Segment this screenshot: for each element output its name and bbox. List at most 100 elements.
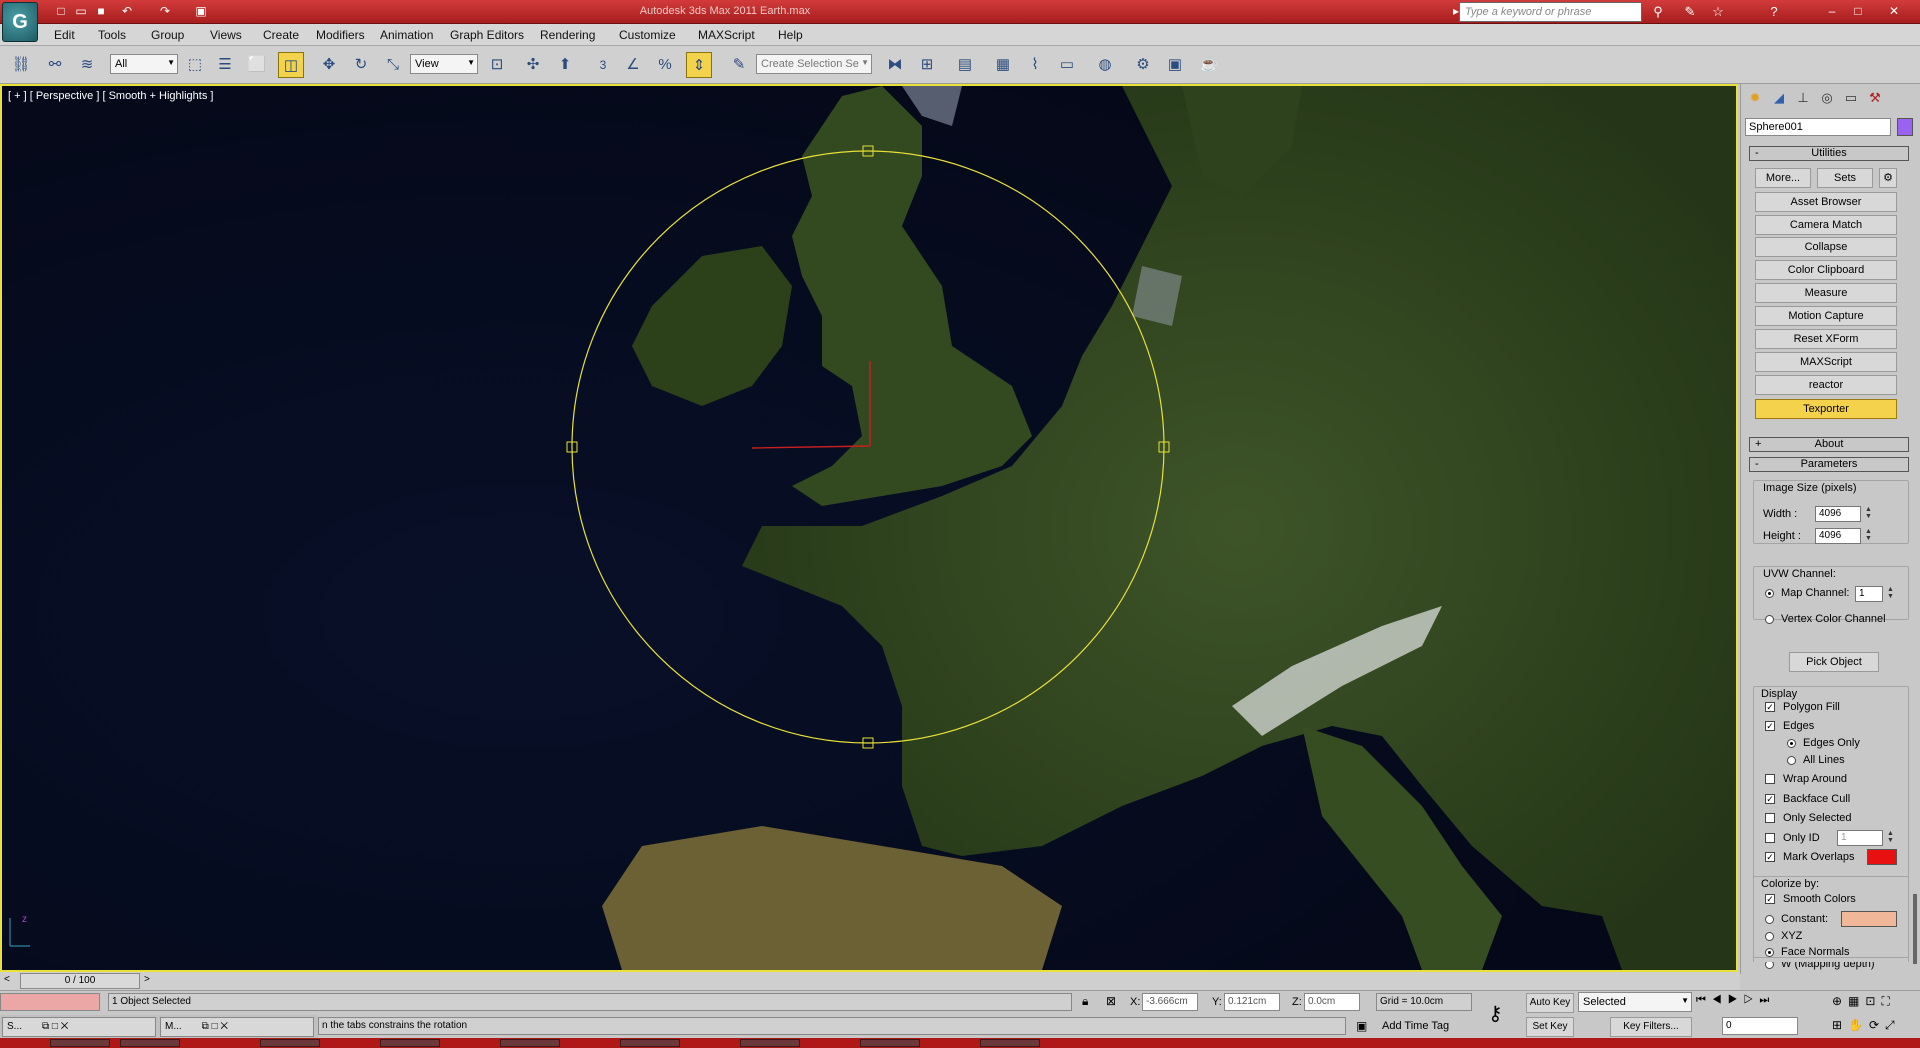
render-setup-icon[interactable]: ⚙	[1130, 52, 1156, 78]
taskbar-item[interactable]	[500, 1039, 560, 1047]
close-button[interactable]: ✕	[1874, 2, 1914, 21]
binoculars-icon[interactable]: ⚲	[1648, 3, 1668, 21]
height-input[interactable]: 4096	[1815, 528, 1861, 544]
time-slider-next-icon[interactable]: >	[144, 974, 150, 985]
maximize-button[interactable]: □	[1846, 2, 1870, 21]
z-coord-field[interactable]: 0.0cm	[1304, 993, 1360, 1011]
about-rollout-header[interactable]: + About	[1749, 437, 1909, 452]
selection-lock-icon[interactable]: 🔒︎	[1082, 994, 1088, 1009]
overlap-color-swatch[interactable]	[1867, 849, 1897, 865]
polygon-fill-checkbox[interactable]: ✓	[1765, 702, 1775, 712]
help-icon[interactable]: ?	[1764, 3, 1784, 21]
menu-rendering[interactable]: Rendering	[540, 28, 595, 42]
key-mode-dropdown[interactable]: Selected ▼	[1578, 992, 1692, 1012]
collapse-button[interactable]: Collapse	[1755, 237, 1897, 257]
reset-xform-button[interactable]: Reset XForm	[1755, 329, 1897, 349]
project-folder-icon[interactable]: ▣	[192, 3, 210, 20]
manipulate-icon[interactable]: ✣	[520, 52, 546, 78]
taskbar-item[interactable]	[860, 1039, 920, 1047]
smooth-colors-checkbox[interactable]: ✓	[1765, 894, 1775, 904]
angle-snap-icon[interactable]: ∠	[620, 52, 646, 78]
key-filters-button[interactable]: Key Filters...	[1610, 1017, 1692, 1037]
maxscript-listener-mini[interactable]	[0, 993, 100, 1011]
reactor-button[interactable]: reactor	[1755, 375, 1897, 395]
map-channel-radio[interactable]	[1765, 589, 1774, 598]
menu-views[interactable]: Views	[210, 28, 242, 42]
motion-capture-button[interactable]: Motion Capture	[1755, 306, 1897, 326]
constant-radio[interactable]	[1765, 915, 1774, 924]
restore-icon[interactable]: ⧉ □ ✕	[202, 1021, 228, 1032]
window-crossing-icon[interactable]: ◫	[278, 52, 304, 78]
layer-manager-icon[interactable]: ▤	[952, 52, 978, 78]
redo-icon[interactable]: ↷	[156, 3, 174, 20]
taskbar-item[interactable]	[740, 1039, 800, 1047]
reference-coordinate-dropdown[interactable]: View ▼	[410, 54, 478, 74]
render-production-icon[interactable]: ☕	[1196, 52, 1222, 78]
set-key-button[interactable]: Set Key	[1526, 1017, 1574, 1037]
add-time-tag-button[interactable]: Add Time Tag	[1372, 1017, 1472, 1037]
select-object-icon[interactable]: ⬚	[182, 52, 208, 78]
menu-help[interactable]: Help	[778, 28, 803, 42]
texporter-button[interactable]: Texporter	[1755, 399, 1897, 419]
y-coord-field[interactable]: 0.121cm	[1224, 993, 1280, 1011]
taskbar-item[interactable]	[980, 1039, 1040, 1047]
constant-color-swatch[interactable]	[1841, 911, 1897, 927]
tab-create-icon[interactable]: ✹	[1745, 88, 1765, 108]
viewport-nav-controls[interactable]: ⊕▦⊡⛶	[1832, 994, 1896, 1009]
spinner-snap-icon[interactable]: ⇕	[686, 52, 712, 78]
mark-overlaps-checkbox[interactable]: ✓	[1765, 852, 1775, 862]
only-id-spinner-icon[interactable]: ▲ ▼	[1887, 830, 1895, 844]
material-editor-icon[interactable]: ◍	[1092, 52, 1118, 78]
edges-checkbox[interactable]: ✓	[1765, 721, 1775, 731]
perspective-viewport[interactable]: [ + ] [ Perspective ] [ Smooth + Highlig…	[0, 84, 1738, 972]
utilities-rollout-header[interactable]: - Utilities	[1749, 146, 1909, 161]
time-slider[interactable]: 0 / 100	[20, 973, 140, 989]
select-and-rotate-icon[interactable]: ↻	[348, 52, 374, 78]
named-selection-dropdown[interactable]: Create Selection Se ▼	[756, 54, 872, 74]
favorites-icon[interactable]: ☆	[1708, 3, 1728, 21]
unlink-icon[interactable]: ⚯	[42, 52, 68, 78]
open-file-icon[interactable]: ▭	[72, 3, 90, 20]
edges-only-radio[interactable]	[1787, 739, 1796, 748]
pick-object-button[interactable]: Pick Object	[1789, 652, 1879, 672]
rendered-frame-window-icon[interactable]: ▣	[1162, 52, 1188, 78]
wrap-around-checkbox[interactable]	[1765, 774, 1775, 784]
only-selected-checkbox[interactable]	[1765, 813, 1775, 823]
x-coord-field[interactable]: -3.666cm	[1142, 993, 1198, 1011]
current-frame-field[interactable]: 0	[1722, 1017, 1798, 1035]
graphite-modeling-icon[interactable]: ▦	[990, 52, 1016, 78]
tab-display-icon[interactable]: ▭	[1841, 88, 1861, 108]
menu-edit[interactable]: Edit	[54, 28, 75, 42]
measure-button[interactable]: Measure	[1755, 283, 1897, 303]
taskbar-item[interactable]	[260, 1039, 320, 1047]
height-spinner-icon[interactable]: ▲ ▼	[1865, 528, 1873, 542]
menu-maxscript[interactable]: MAXScript	[698, 28, 755, 42]
select-by-name-icon[interactable]: ☰	[212, 52, 238, 78]
object-name-field[interactable]: Sphere001	[1745, 118, 1891, 136]
tab-modify-icon[interactable]: ◢	[1769, 88, 1789, 108]
viewport-nav-controls-2[interactable]: ⊞✋⟳⤢	[1832, 1018, 1901, 1033]
vertex-color-channel-radio[interactable]	[1765, 615, 1774, 624]
taskbar-item[interactable]	[50, 1039, 110, 1047]
auto-key-button[interactable]: Auto Key	[1526, 993, 1574, 1013]
keyboard-shortcut-icon[interactable]: ⬆	[552, 52, 578, 78]
pivot-center-icon[interactable]: ⊡	[484, 52, 510, 78]
sphere-wireframe[interactable]	[571, 150, 1165, 744]
edit-named-selection-icon[interactable]: ✎	[726, 52, 752, 78]
minimized-window-1[interactable]: S... ⧉ □ ✕	[2, 1017, 156, 1037]
menu-modifiers[interactable]: Modifiers	[316, 28, 365, 42]
mirror-icon[interactable]: ⧓	[882, 52, 908, 78]
only-id-input[interactable]: 1	[1837, 830, 1883, 846]
more-button[interactable]: More...	[1755, 168, 1811, 188]
tab-utilities-icon[interactable]: ⚒	[1865, 88, 1885, 108]
map-channel-spinner-icon[interactable]: ▲ ▼	[1887, 586, 1895, 600]
absolute-mode-icon[interactable]: ⊠	[1106, 994, 1116, 1008]
menu-customize[interactable]: Customize	[619, 28, 676, 42]
minimized-window-2[interactable]: M... ⧉ □ ✕	[160, 1017, 314, 1037]
menu-animation[interactable]: Animation	[380, 28, 433, 42]
only-id-checkbox[interactable]	[1765, 833, 1775, 843]
selection-filter-dropdown[interactable]: All ▼	[110, 54, 178, 74]
rectangular-selection-icon[interactable]: ⬜	[244, 52, 270, 78]
all-lines-radio[interactable]	[1787, 756, 1796, 765]
menu-tools[interactable]: Tools	[98, 28, 126, 42]
